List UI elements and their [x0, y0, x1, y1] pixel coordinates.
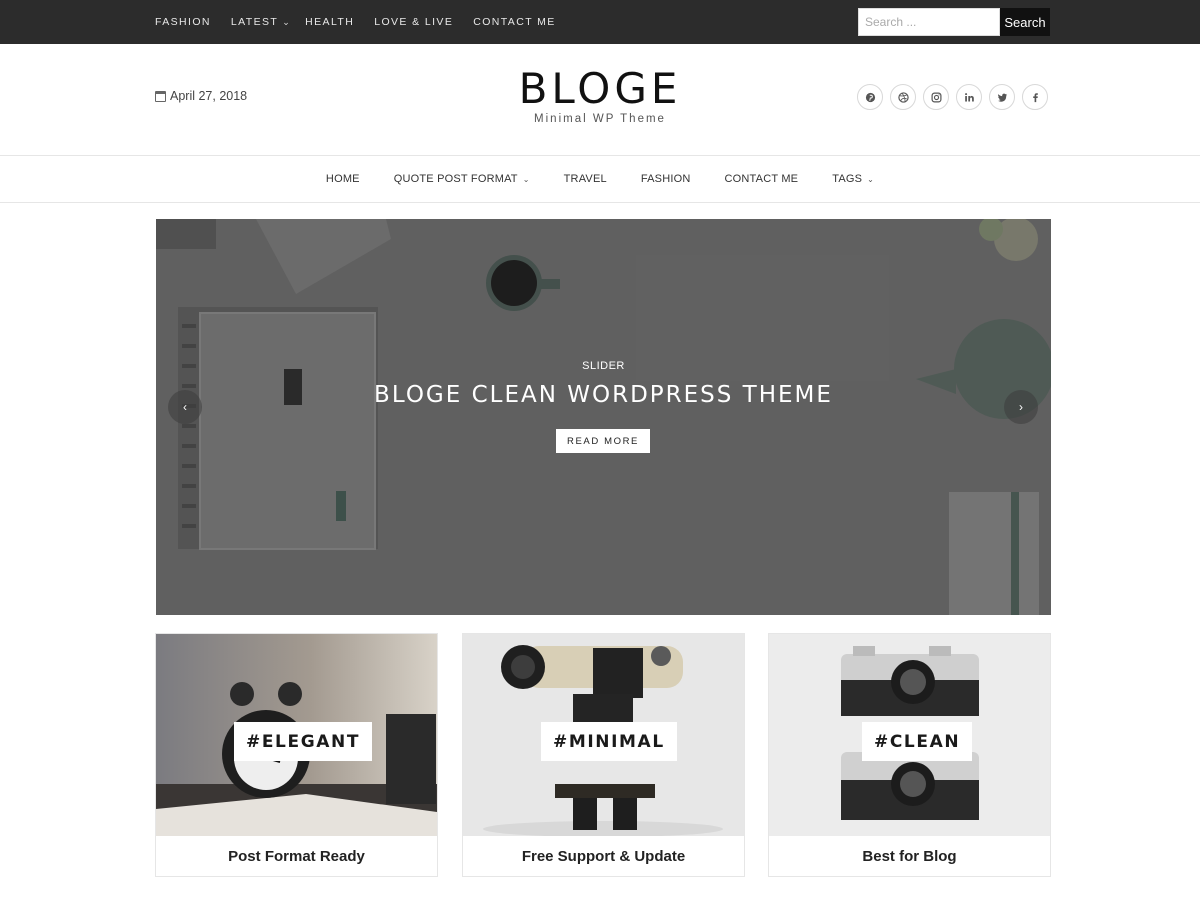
chevron-left-icon: ‹ [183, 400, 187, 414]
search-input[interactable] [858, 8, 1000, 36]
dribbble-icon[interactable] [890, 84, 916, 110]
main-nav-label: QUOTE POST FORMAT [393, 173, 518, 185]
site-logo[interactable]: BLOGE [400, 64, 800, 113]
top-nav-love-live[interactable]: LOVE & LIVE [374, 16, 453, 28]
top-nav-fashion[interactable]: FASHION [155, 16, 211, 28]
main-nav-travel[interactable]: TRAVEL [564, 173, 607, 185]
header-date: April 27, 2018 [155, 89, 247, 103]
calendar-icon [155, 90, 166, 102]
main-nav-tags[interactable]: TAGS ⌄ [832, 173, 874, 185]
slider-overlay [156, 219, 1051, 615]
slider-next-button[interactable]: › [1004, 390, 1038, 424]
top-nav-health[interactable]: HEALTH [305, 16, 354, 28]
main-nav: HOME QUOTE POST FORMAT ⌄ TRAVEL FASHION C… [0, 155, 1200, 203]
facebook-icon[interactable] [1022, 84, 1048, 110]
top-nav-label: LATEST [230, 16, 279, 28]
slider-prev-button[interactable]: ‹ [168, 390, 202, 424]
hero-slider: SLIDER BLOGE CLEAN WORDPRESS THEME READ … [156, 219, 1051, 615]
chevron-down-icon: ⌄ [522, 174, 530, 184]
read-more-button[interactable]: READ MORE [556, 429, 650, 453]
linkedin-icon[interactable] [956, 84, 982, 110]
site-tagline: Minimal WP Theme [534, 113, 666, 125]
main-nav-quote-post-format[interactable]: QUOTE POST FORMAT ⌄ [394, 173, 530, 185]
date-text: April 27, 2018 [170, 89, 248, 103]
feature-card-clean[interactable]: #CLEAN Best for Blog [768, 633, 1051, 877]
search-button[interactable]: Search [1000, 8, 1050, 36]
chevron-down-icon: ⌄ [867, 174, 875, 184]
card-title[interactable]: Best for Blog [769, 848, 1050, 865]
main-menu: HOME QUOTE POST FORMAT ⌄ TRAVEL FASHION C… [0, 156, 1200, 202]
slider-title[interactable]: BLOGE CLEAN WORDPRESS THEME [156, 382, 1051, 408]
top-nav: FASHION LATEST ⌄ HEALTH LOVE & LIVE CONTA… [155, 0, 576, 44]
card-tag: #CLEAN [862, 722, 973, 761]
main-nav-label: TRAVEL [563, 173, 607, 185]
chevron-down-icon: ⌄ [282, 16, 292, 27]
top-nav-label: LOVE & LIVE [374, 16, 454, 28]
top-nav-contact[interactable]: CONTACT ME [473, 16, 555, 28]
chevron-right-icon: › [1019, 400, 1023, 414]
card-tag: #ELEGANT [234, 722, 373, 761]
card-title[interactable]: Free Support & Update [463, 848, 744, 865]
instagram-icon[interactable] [923, 84, 949, 110]
search-form: Search [858, 8, 1050, 36]
slider-category[interactable]: SLIDER [156, 360, 1051, 372]
main-nav-label: FASHION [640, 173, 691, 185]
top-nav-label: CONTACT ME [473, 16, 556, 28]
main-nav-label: CONTACT ME [724, 173, 799, 185]
top-bar: FASHION LATEST ⌄ HEALTH LOVE & LIVE CONTA… [0, 0, 1200, 44]
top-nav-latest[interactable]: LATEST ⌄ [230, 16, 290, 28]
feature-card-minimal[interactable]: #MINIMAL Free Support & Update [462, 633, 745, 877]
top-nav-label: HEALTH [305, 16, 355, 28]
feature-card-elegant[interactable]: #ELEGANT Post Format Ready [155, 633, 438, 877]
main-nav-contact[interactable]: CONTACT ME [725, 173, 799, 185]
main-nav-label: HOME [325, 173, 360, 185]
card-tag: #MINIMAL [541, 722, 677, 761]
pinterest-icon[interactable] [857, 84, 883, 110]
card-title[interactable]: Post Format Ready [156, 848, 437, 865]
twitter-icon[interactable] [989, 84, 1015, 110]
main-nav-fashion[interactable]: FASHION [641, 173, 691, 185]
social-links [857, 84, 1055, 110]
main-nav-home[interactable]: HOME [326, 173, 360, 185]
main-nav-label: TAGS [832, 173, 863, 185]
top-nav-label: FASHION [155, 16, 211, 28]
